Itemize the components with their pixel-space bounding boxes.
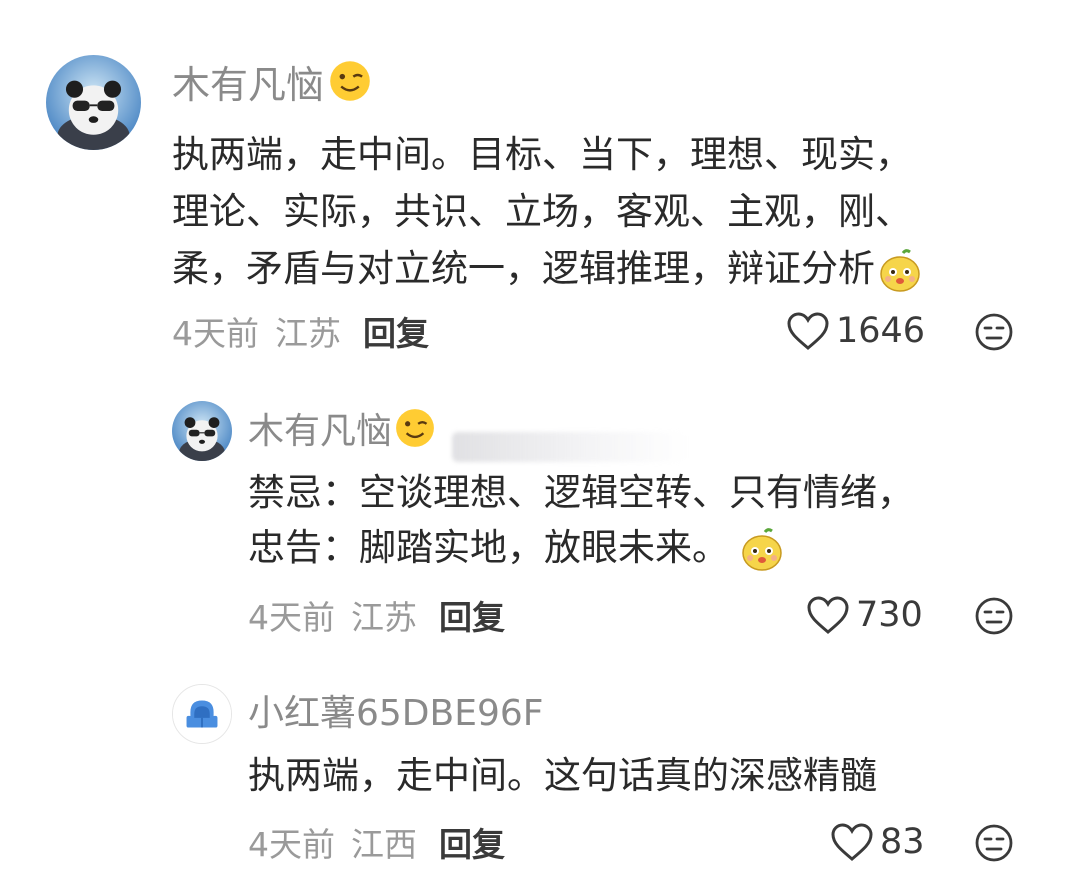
like-button[interactable]: 730 xyxy=(806,593,923,637)
username-text: 木有凡恼 xyxy=(172,62,325,107)
blurred-region xyxy=(452,432,688,462)
neutral-face-icon xyxy=(975,313,1013,351)
content-line: 执两端，走中间。目标、当下，理想、现实， xyxy=(172,133,912,176)
avatar[interactable] xyxy=(172,401,232,461)
reply-meta: 4天前 江西 回复 xyxy=(248,820,505,864)
wink-emoji-icon xyxy=(394,407,436,449)
comment-location: 江西 xyxy=(351,825,417,864)
comment-username[interactable]: 木有凡恼 xyxy=(172,56,372,107)
username-text: 木有凡恼 xyxy=(248,411,393,452)
wink-emoji-icon xyxy=(328,59,372,103)
username-text: 小红薯65DBE96F xyxy=(248,693,544,734)
comment-time: 4天前 xyxy=(248,598,335,637)
comment-time: 4天前 xyxy=(172,314,259,353)
avatar[interactable] xyxy=(46,55,141,150)
comment-time: 4天前 xyxy=(248,825,335,864)
comment-meta: 4天前 江苏 回复 xyxy=(172,309,429,353)
reply-button[interactable]: 回复 xyxy=(363,307,429,355)
heart-outline-icon xyxy=(830,822,874,862)
comment-location: 江苏 xyxy=(351,598,417,637)
comment-content: 执两端，走中间。目标、当下，理想、现实， 理论、实际，共识、立场，客观、主观，刚… xyxy=(172,126,923,297)
neutral-face-icon xyxy=(975,597,1013,635)
heart-outline-icon xyxy=(786,311,830,351)
content-line: 执两端，走中间。这句话真的深感精髓 xyxy=(248,754,877,797)
yellow-fruit-emoji-icon xyxy=(739,527,785,573)
reply-username[interactable]: 木有凡恼 xyxy=(248,404,436,452)
like-count: 730 xyxy=(856,595,923,635)
like-count: 83 xyxy=(880,822,925,862)
yellow-fruit-emoji-icon xyxy=(877,248,923,294)
reply-content: 执两端，走中间。这句话真的深感精髓 xyxy=(248,748,877,803)
dislike-button[interactable] xyxy=(974,312,1014,352)
comment-thread: 木有凡恼 执两端，走中间。目标、当下，理想、现实， 理论、实际，共识、立场，客观… xyxy=(0,0,1080,888)
content-line: 理论、实际，共识、立场，客观、主观，刚、 xyxy=(172,190,912,233)
reply-username[interactable]: 小红薯65DBE96F xyxy=(248,686,544,734)
dislike-button[interactable] xyxy=(974,596,1014,636)
content-line: 禁忌：空谈理想、逻辑空转、只有情绪， xyxy=(248,471,914,514)
comment-location: 江苏 xyxy=(275,314,341,353)
reply-button[interactable]: 回复 xyxy=(439,818,505,866)
content-line: 柔，矛盾与对立统一，逻辑推理，辩证分析 xyxy=(172,240,923,297)
heart-outline-icon xyxy=(806,595,850,635)
avatar[interactable] xyxy=(172,684,232,744)
content-line: 忠告：脚踏实地，放眼未来。 xyxy=(248,520,914,575)
reply-meta: 4天前 江苏 回复 xyxy=(248,593,505,637)
like-count: 1646 xyxy=(836,311,926,351)
dislike-button[interactable] xyxy=(974,823,1014,863)
like-button[interactable]: 83 xyxy=(830,820,925,864)
reply-content: 禁忌：空谈理想、逻辑空转、只有情绪， 忠告：脚踏实地，放眼未来。 xyxy=(248,465,914,575)
reply-button[interactable]: 回复 xyxy=(439,591,505,639)
neutral-face-icon xyxy=(975,824,1013,862)
like-button[interactable]: 1646 xyxy=(786,309,925,353)
